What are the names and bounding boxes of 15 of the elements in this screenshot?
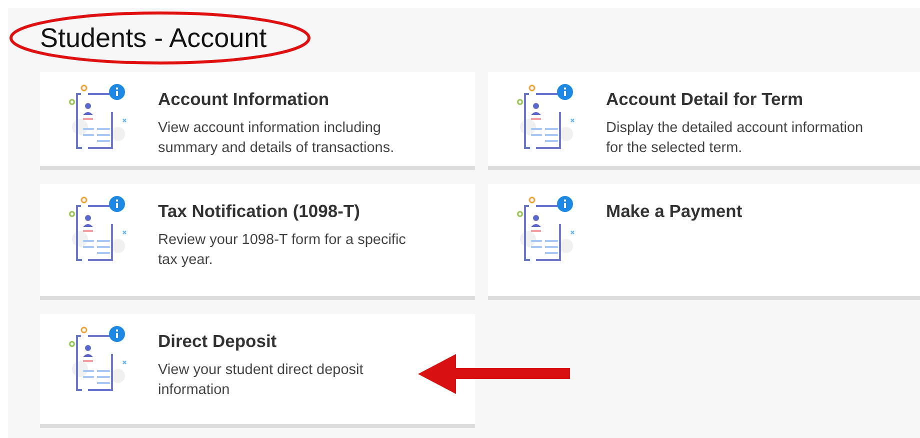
card[interactable]: Tax Notification (1098-T) Review your 1098-T form for a specific tax year.: [40, 184, 475, 300]
card[interactable]: Account Information View account information including summary and details of transactions.: [40, 72, 475, 170]
card[interactable]: Account Detail for Term Display the detailed account information for the selected term.: [488, 72, 920, 170]
card-title[interactable]: Account Detail for Term: [606, 88, 868, 110]
card-description: View your student direct deposit information: [158, 361, 364, 400]
card-description: Review your 1098-T form for a specific tax year.: [158, 231, 407, 270]
card[interactable]: Make a Payment: [488, 184, 920, 300]
card-description: View account information including summary and details of transactions.: [158, 119, 396, 158]
card-title[interactable]: Make a Payment: [606, 200, 868, 222]
page-title: Students - Account: [40, 22, 267, 54]
card-description: Display the detailed account information for the selected term.: [606, 119, 864, 158]
card-title[interactable]: Account Information: [158, 88, 420, 110]
card[interactable]: Direct Deposit View your student direct deposit information: [40, 314, 475, 428]
card-title[interactable]: Direct Deposit: [158, 330, 420, 352]
card-title[interactable]: Tax Notification (1098-T): [158, 200, 420, 222]
